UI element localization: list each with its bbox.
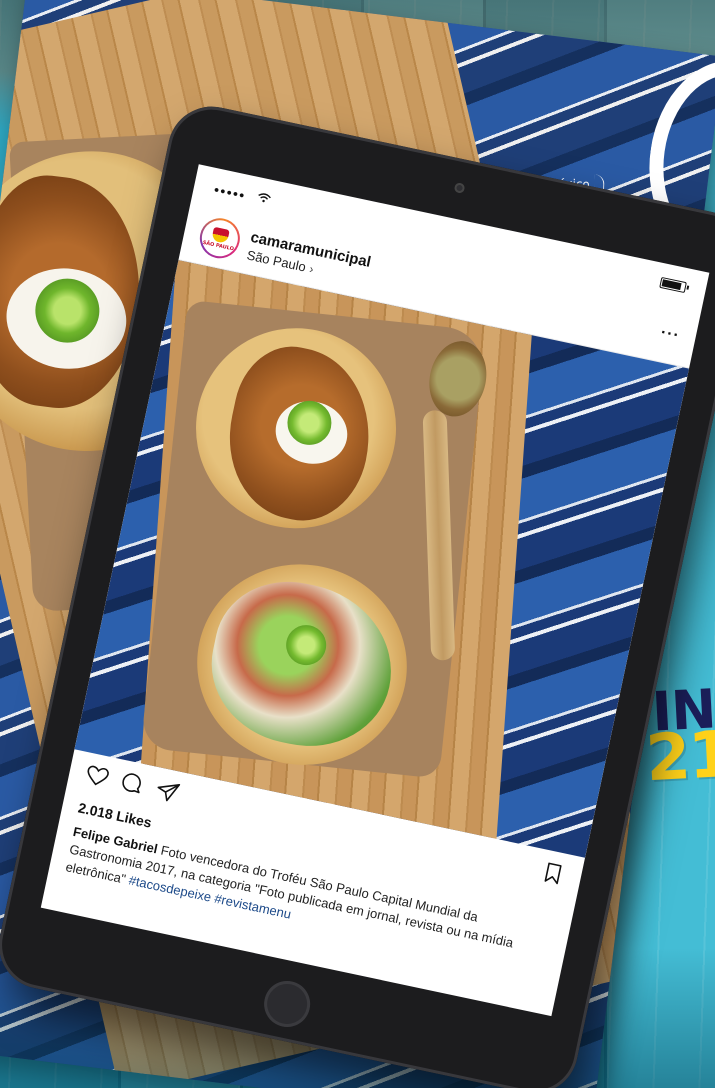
promo-line-2: 21 <box>644 717 715 797</box>
heart-icon[interactable] <box>83 762 111 790</box>
avatar-logo: SÃO PAULO <box>198 216 242 260</box>
signal-indicator: ●●●●● <box>212 184 247 201</box>
more-icon[interactable]: ··· <box>659 324 681 346</box>
share-icon[interactable] <box>153 777 181 805</box>
tablet-camera <box>453 182 466 194</box>
home-button[interactable] <box>259 976 315 1032</box>
bookmark-icon[interactable] <box>539 859 567 887</box>
comment-icon[interactable] <box>118 770 146 798</box>
wifi-icon <box>258 193 271 203</box>
battery-icon <box>659 276 687 294</box>
chevron-right-icon: › <box>308 261 315 277</box>
avatar[interactable]: SÃO PAULO <box>196 214 244 262</box>
instagram-screen: ●●●●● SÃO PAULO camaramunicipal São Paul… <box>40 164 710 1017</box>
